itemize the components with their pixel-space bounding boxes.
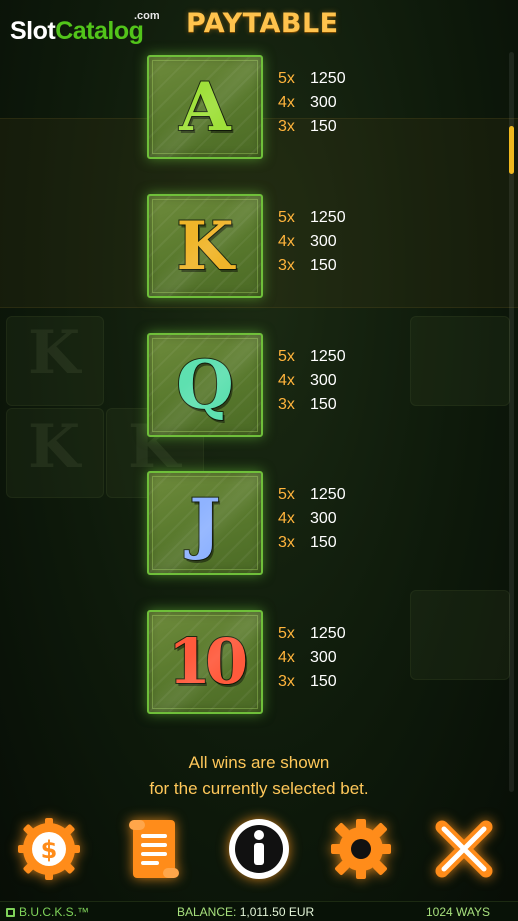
gear-icon xyxy=(331,819,391,879)
payout-list: 5x 1250 4x 300 3x 150 xyxy=(278,67,368,139)
payout-line: 4x 300 xyxy=(278,230,368,254)
payout-value: 300 xyxy=(310,510,337,527)
payout-multiplier: 4x xyxy=(278,372,295,389)
payout-list: 5x 1250 4x 300 3x 150 xyxy=(278,483,368,555)
payout-multiplier: 5x xyxy=(278,625,295,642)
symbol-glyph: 10 xyxy=(167,625,249,698)
payout-value: 1250 xyxy=(310,625,346,642)
payout-line: 4x 300 xyxy=(278,369,368,393)
payout-value: 1250 xyxy=(310,209,346,226)
payout-multiplier: 4x xyxy=(278,94,295,111)
close-icon xyxy=(435,820,493,878)
info-line: All wins are shown xyxy=(188,753,330,772)
payout-value: 150 xyxy=(310,257,337,274)
logo-catalog-text: Catalog xyxy=(55,17,144,45)
symbol-tile-a: A xyxy=(147,55,263,159)
svg-text:$: $ xyxy=(41,836,58,864)
payout-multiplier: 5x xyxy=(278,348,295,365)
payout-line: 5x 1250 xyxy=(278,622,368,646)
logo-wordmark: SlotCatalog xyxy=(10,17,144,46)
balance-display: BALANCE: 1,011.50 EUR xyxy=(177,902,314,921)
payout-list: 5x 1250 4x 300 3x 150 xyxy=(278,622,368,694)
paytable-row-10: 10 5x 1250 4x 300 3x 150 xyxy=(0,610,518,714)
fullscreen-icon[interactable] xyxy=(6,908,15,917)
payout-multiplier: 4x xyxy=(278,649,295,666)
payout-value: 1250 xyxy=(310,486,346,503)
settings-button[interactable] xyxy=(324,812,398,886)
payout-multiplier: 4x xyxy=(278,233,295,250)
payout-multiplier: 5x xyxy=(278,209,295,226)
symbol-glyph: J xyxy=(188,484,221,562)
balance-label: BALANCE: xyxy=(177,905,237,919)
payout-multiplier: 3x xyxy=(278,118,295,135)
payout-value: 1250 xyxy=(310,70,346,87)
info-button[interactable] xyxy=(222,812,296,886)
payout-value: 150 xyxy=(310,396,337,413)
payout-line: 4x 300 xyxy=(278,646,368,670)
payout-line: 5x 1250 xyxy=(278,483,368,507)
symbol-glyph: Q xyxy=(175,346,235,424)
payout-line: 3x 150 xyxy=(278,670,368,694)
coin-dollar-icon: $ xyxy=(18,818,80,880)
payout-value: 300 xyxy=(310,372,337,389)
payout-multiplier: 5x xyxy=(278,70,295,87)
paytable-info-text: All wins are shown for the currently sel… xyxy=(100,750,418,802)
symbol-glyph: K xyxy=(175,207,234,285)
info-icon xyxy=(229,819,289,879)
paytable-button[interactable] xyxy=(117,812,191,886)
status-bar: B.U.C.K.S.™ BALANCE: 1,011.50 EUR 1024 W… xyxy=(0,901,518,921)
payout-line: 3x 150 xyxy=(278,531,368,555)
payout-list: 5x 1250 4x 300 3x 150 xyxy=(278,206,368,278)
symbol-tile-q: Q xyxy=(147,333,263,437)
brand-label: B.U.C.K.S.™ xyxy=(6,902,89,921)
payout-value: 300 xyxy=(310,94,337,111)
symbol-tile-10: 10 xyxy=(147,610,263,714)
payout-line: 5x 1250 xyxy=(278,67,368,91)
bet-settings-button[interactable]: $ xyxy=(12,812,86,886)
scroll-icon xyxy=(129,820,179,878)
payout-multiplier: 3x xyxy=(278,534,295,551)
payout-list: 5x 1250 4x 300 3x 150 xyxy=(278,345,368,417)
payout-line: 5x 1250 xyxy=(278,206,368,230)
symbol-tile-j: J xyxy=(147,471,263,575)
payout-line: 5x 1250 xyxy=(278,345,368,369)
menu-button-bar: $ xyxy=(0,812,518,892)
paytable-row-k: K 5x 1250 4x 300 3x 150 xyxy=(0,194,518,298)
paytable-row-j: J 5x 1250 4x 300 3x 150 xyxy=(0,471,518,575)
payout-value: 1250 xyxy=(310,348,346,365)
payout-multiplier: 3x xyxy=(278,673,295,690)
ways-label: 1024 WAYS xyxy=(425,905,490,919)
paytable-row-q: Q 5x 1250 4x 300 3x 150 xyxy=(0,333,518,437)
payout-line: 4x 300 xyxy=(278,507,368,531)
payout-line: 4x 300 xyxy=(278,91,368,115)
paytable-row-a: A 5x 1250 4x 300 3x 150 xyxy=(0,55,518,159)
symbol-tile-k: K xyxy=(147,194,263,298)
brand-text: B.U.C.K.S.™ xyxy=(19,905,90,919)
payout-multiplier: 5x xyxy=(278,486,295,503)
close-button[interactable] xyxy=(427,812,501,886)
symbol-glyph: A xyxy=(178,68,231,146)
payout-value: 150 xyxy=(310,534,337,551)
page-title: PAYTABLE xyxy=(186,8,339,39)
balance-value: 1,011.50 EUR xyxy=(239,905,315,919)
payout-value: 300 xyxy=(310,649,337,666)
payout-line: 3x 150 xyxy=(278,393,368,417)
payout-multiplier: 4x xyxy=(278,510,295,527)
info-line: for the currently selected bet. xyxy=(149,779,369,798)
logo-slot-text: Slot xyxy=(10,17,56,45)
payout-value: 150 xyxy=(310,673,337,690)
payout-value: 300 xyxy=(310,233,337,250)
payout-line: 3x 150 xyxy=(278,254,368,278)
payout-multiplier: 3x xyxy=(278,257,295,274)
payout-line: 3x 150 xyxy=(278,115,368,139)
payout-value: 150 xyxy=(310,118,337,135)
payout-multiplier: 3x xyxy=(278,396,295,413)
